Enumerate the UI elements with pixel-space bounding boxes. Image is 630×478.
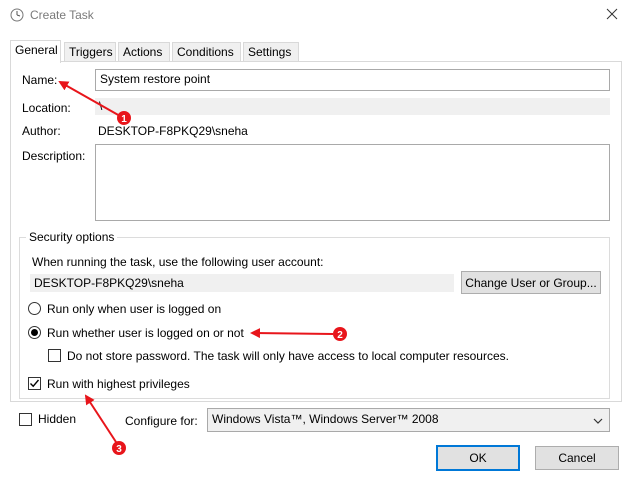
location-value: \	[95, 98, 610, 115]
account-prompt: When running the task, use the following…	[32, 255, 324, 269]
no-store-password-label[interactable]: Do not store password. The task will onl…	[67, 349, 509, 363]
annotation-marker-3: 3	[112, 441, 126, 455]
configure-for-label: Configure for:	[125, 414, 198, 428]
configure-for-value: Windows Vista™, Windows Server™ 2008	[212, 412, 439, 426]
tab-triggers[interactable]: Triggers	[64, 42, 116, 62]
name-input[interactable]: System restore point	[95, 69, 610, 91]
close-icon[interactable]	[604, 6, 620, 22]
configure-for-dropdown[interactable]: Windows Vista™, Windows Server™ 2008	[207, 408, 610, 432]
tab-label: Actions	[123, 45, 163, 59]
title-bar: Create Task	[0, 0, 630, 30]
cancel-button[interactable]: Cancel	[535, 446, 619, 470]
tab-label: Settings	[248, 45, 292, 59]
change-user-button[interactable]: Change User or Group...	[461, 271, 601, 294]
tab-general[interactable]: General	[10, 40, 61, 63]
tab-actions[interactable]: Actions	[118, 42, 170, 62]
radio-whether-logged-on[interactable]	[28, 326, 41, 339]
window-title: Create Task	[30, 8, 94, 22]
tab-label: General	[15, 43, 58, 57]
tab-settings[interactable]: Settings	[243, 42, 299, 62]
description-textarea[interactable]	[95, 144, 610, 221]
tab-label: Triggers	[69, 45, 113, 59]
radio-whether-label[interactable]: Run whether user is logged on or not	[47, 326, 244, 340]
description-label: Description:	[22, 149, 86, 163]
checkmark-icon	[30, 379, 40, 388]
author-label: Author:	[22, 124, 61, 138]
highest-privileges-checkbox[interactable]	[28, 377, 41, 390]
radio-logged-on-only[interactable]	[28, 302, 41, 315]
radio-logged-on-label[interactable]: Run only when user is logged on	[47, 302, 221, 316]
tab-label: Conditions	[177, 45, 234, 59]
name-label: Name:	[22, 73, 58, 87]
task-scheduler-clock-icon	[10, 8, 24, 22]
marker-3-text: 3	[116, 444, 122, 455]
tab-conditions[interactable]: Conditions	[172, 42, 241, 62]
user-account-field: DESKTOP-F8PKQ29\sneha	[30, 274, 454, 292]
hidden-label[interactable]: Hidden	[38, 412, 76, 426]
annotation-arrow-3	[84, 394, 117, 443]
chevron-down-icon	[593, 418, 603, 424]
author-value: DESKTOP-F8PKQ29\sneha	[98, 124, 248, 138]
security-options-title: Security options	[26, 230, 118, 244]
no-store-password-checkbox[interactable]	[48, 349, 61, 362]
highest-privileges-label[interactable]: Run with highest privileges	[47, 377, 190, 391]
location-label: Location:	[22, 101, 71, 115]
hidden-checkbox[interactable]	[19, 413, 32, 426]
ok-button[interactable]: OK	[436, 445, 520, 471]
